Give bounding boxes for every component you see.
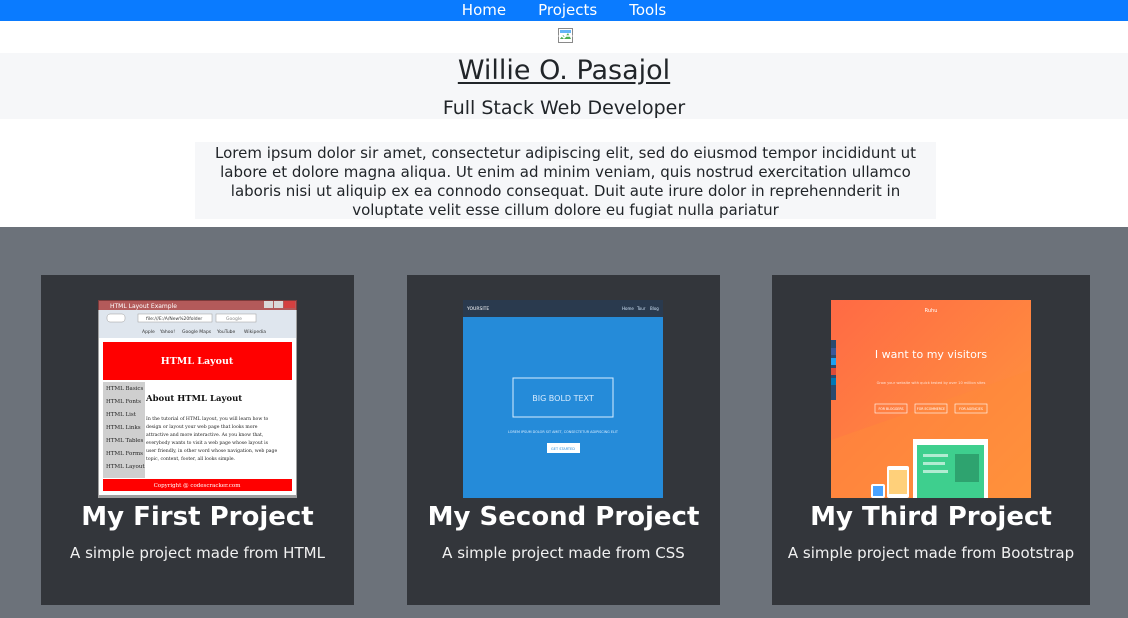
- shot-body-4: everybody wants to visit a web page whos…: [146, 440, 269, 446]
- project-subtitle: A simple project made from Bootstrap: [787, 544, 1075, 562]
- shot-bookmark-5: Wikipedia: [244, 329, 266, 335]
- shot2-logo: YOURSITE: [466, 306, 489, 312]
- shot3-headline: I want to my visitors: [875, 348, 987, 361]
- shot-bookmark-1: Apple: [142, 329, 155, 335]
- shot-side-6: HTML Forms: [106, 451, 143, 457]
- project-screenshot-css: YOURSITE Home Tour Blog BIG BOLD TEXT LO…: [463, 300, 663, 498]
- project-title: My Third Project: [810, 502, 1052, 532]
- nav-link-tools[interactable]: Tools: [613, 0, 682, 21]
- shot-side-7: HTML Layout: [106, 464, 145, 470]
- shot2-link-2: Tour: [636, 306, 646, 311]
- shot-bookmark-2: Yahoo!: [159, 329, 175, 335]
- project-screenshot-html: HTML Layout Example file:///E:/A/New%20f…: [98, 300, 297, 498]
- project-card-third[interactable]: Ruhu I want to my visitors Grow your web…: [772, 275, 1090, 605]
- shot-side-5: HTML Tables: [106, 438, 144, 444]
- shot-heading: About HTML Layout: [145, 394, 242, 404]
- shot2-cta: GET STARTED: [551, 447, 575, 451]
- shot2-link-3: Blog: [650, 306, 659, 311]
- project-card-first[interactable]: HTML Layout Example file:///E:/A/New%20f…: [41, 275, 354, 605]
- shot-body-1: In the tutorial of HTML layout, you will…: [146, 416, 269, 422]
- shot-search: Google: [226, 316, 242, 322]
- shot-address: file:///E:/A/New%20folder: [146, 316, 202, 322]
- projects-section: HTML Layout Example file:///E:/A/New%20f…: [0, 227, 1128, 618]
- shot-footer: Copyright @ codescracker.com: [154, 482, 242, 489]
- shot2-tagline: LOREM IPSUM DOLOR SIT AMET, CONSECTETUR …: [508, 430, 619, 434]
- about-paragraph: Lorem ipsum dolor sir amet, consectetur …: [195, 142, 936, 219]
- shot-body-3: attractive and more interactive. As you …: [146, 432, 264, 438]
- shot-body-6: topic, content, footer, all looks simple…: [146, 456, 236, 462]
- page-title-name[interactable]: Willie O. Pasajol: [0, 55, 1128, 87]
- project-title: My First Project: [81, 502, 314, 532]
- shot-bookmark-3: Google Maps: [182, 329, 212, 335]
- page-subtitle-role: Full Stack Web Developer: [442, 97, 686, 119]
- nav-link-projects[interactable]: Projects: [522, 0, 613, 21]
- shot-side-3: HTML List: [106, 412, 137, 418]
- shot3-btn-1: FOR BLOGGERS: [878, 407, 903, 411]
- top-navbar: Home Projects Tools: [0, 0, 1128, 21]
- project-screenshot-bootstrap: Ruhu I want to my visitors Grow your web…: [831, 300, 1031, 498]
- shot-side-2: HTML Fonts: [106, 399, 141, 405]
- shot3-btn-2: FOR ECOMMERCE: [917, 407, 945, 411]
- nav-link-home[interactable]: Home: [446, 0, 522, 21]
- shot-side-1: HTML Basics: [106, 386, 143, 392]
- project-title: My Second Project: [427, 502, 700, 532]
- shot3-btn-3: FOR AGENCIES: [959, 407, 983, 411]
- project-card-second[interactable]: YOURSITE Home Tour Blog BIG BOLD TEXT LO…: [407, 275, 720, 605]
- broken-image-icon: [557, 27, 574, 44]
- project-subtitle: A simple project made from CSS: [442, 544, 685, 562]
- shot-side-4: HTML Links: [106, 425, 141, 431]
- shot2-headline: BIG BOLD TEXT: [532, 394, 594, 403]
- shot-banner: HTML Layout: [161, 356, 234, 367]
- shot-bookmark-4: YouTube: [216, 329, 236, 335]
- shot-body-5: user friendly, in other word whose navig…: [146, 448, 277, 454]
- shot-window-title: HTML Layout Example: [110, 303, 177, 310]
- project-subtitle: A simple project made from HTML: [70, 544, 325, 562]
- shot-body-2: design or layout your web page that look…: [146, 424, 258, 430]
- shot3-brand: Ruhu: [925, 308, 938, 314]
- shot2-link-1: Home: [622, 306, 634, 311]
- shot3-sub: Grow your website with quick tested by o…: [877, 381, 986, 385]
